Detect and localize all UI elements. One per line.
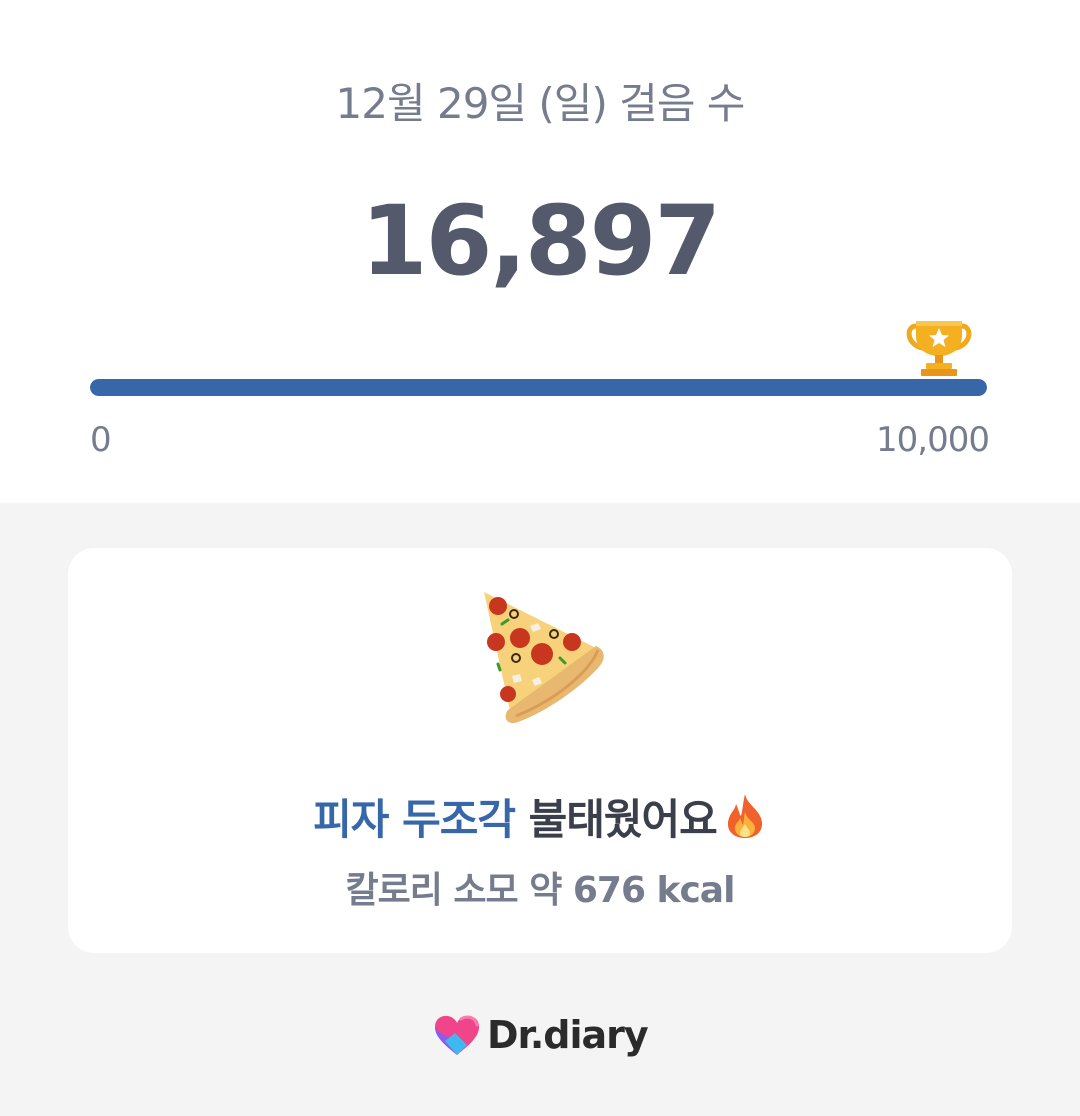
progress-goal-label: 10,000 bbox=[876, 420, 990, 460]
fire-icon bbox=[727, 794, 762, 838]
calorie-burned-text: 칼로리 소모 약 676 kcal bbox=[345, 870, 736, 911]
steps-summary-section: 12월 29일 (일) 걸음 수 16,897 0 10,000 bbox=[0, 0, 1080, 503]
step-progress-fill bbox=[90, 379, 987, 396]
trophy-icon bbox=[906, 321, 972, 376]
brand-name: Dr.diary bbox=[487, 1013, 649, 1057]
progress-min-label: 0 bbox=[90, 420, 112, 460]
brand-footer: Dr.diary bbox=[431, 1010, 649, 1060]
calorie-card: 피자 두조각 불태웠어요 칼로리 소모 약 676 kcal bbox=[68, 548, 1012, 953]
step-progress-bar bbox=[90, 379, 987, 396]
headline-food-text: 피자 두조각 bbox=[313, 795, 516, 844]
calorie-headline: 피자 두조각 불태웠어요 bbox=[68, 792, 1012, 848]
date-title: 12월 29일 (일) 걸음 수 bbox=[335, 79, 746, 128]
pizza-icon bbox=[484, 592, 604, 724]
heart-logo-icon bbox=[435, 1015, 479, 1055]
step-count: 16,897 bbox=[360, 185, 721, 297]
headline-rest-text: 불태웠어요 bbox=[528, 795, 718, 844]
